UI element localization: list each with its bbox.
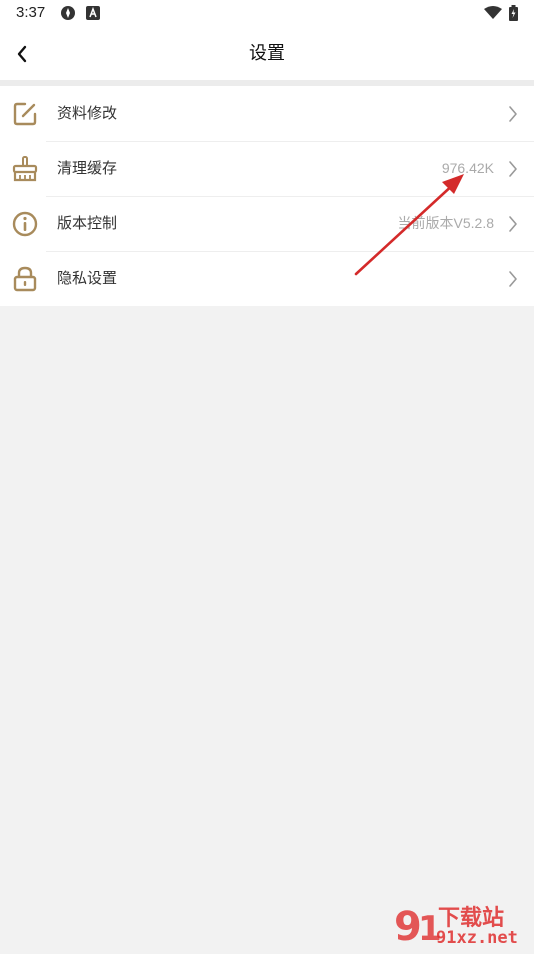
chevron-right-icon (509, 106, 517, 122)
app-notification-icon (86, 5, 100, 24)
status-time: 3:37 (16, 4, 46, 21)
lock-icon (11, 265, 39, 293)
page-title: 设置 (249, 43, 285, 64)
chevron-right-icon (509, 271, 517, 287)
brush-icon (11, 155, 39, 183)
settings-item-label: 版本控制 (57, 214, 118, 232)
settings-item-profile-edit[interactable]: 资料修改 (0, 86, 534, 141)
wifi-icon (484, 5, 502, 24)
settings-item-label: 隐私设置 (57, 269, 118, 287)
sync-icon (60, 5, 76, 25)
chevron-right-icon (509, 161, 517, 177)
settings-item-label: 资料修改 (57, 104, 118, 122)
annotation-arrow (354, 174, 464, 276)
settings-item-label: 清理缓存 (57, 159, 118, 177)
chevron-right-icon (509, 216, 517, 232)
battery-icon (509, 5, 518, 25)
info-icon (11, 210, 39, 238)
watermark-logo: 9 1 下载站 91xz.net (390, 900, 534, 950)
edit-icon (11, 100, 39, 128)
watermark-domain: 91xz.net (436, 928, 518, 948)
header: 设置 (0, 28, 534, 80)
status-bar: 3:37 (0, 0, 534, 28)
